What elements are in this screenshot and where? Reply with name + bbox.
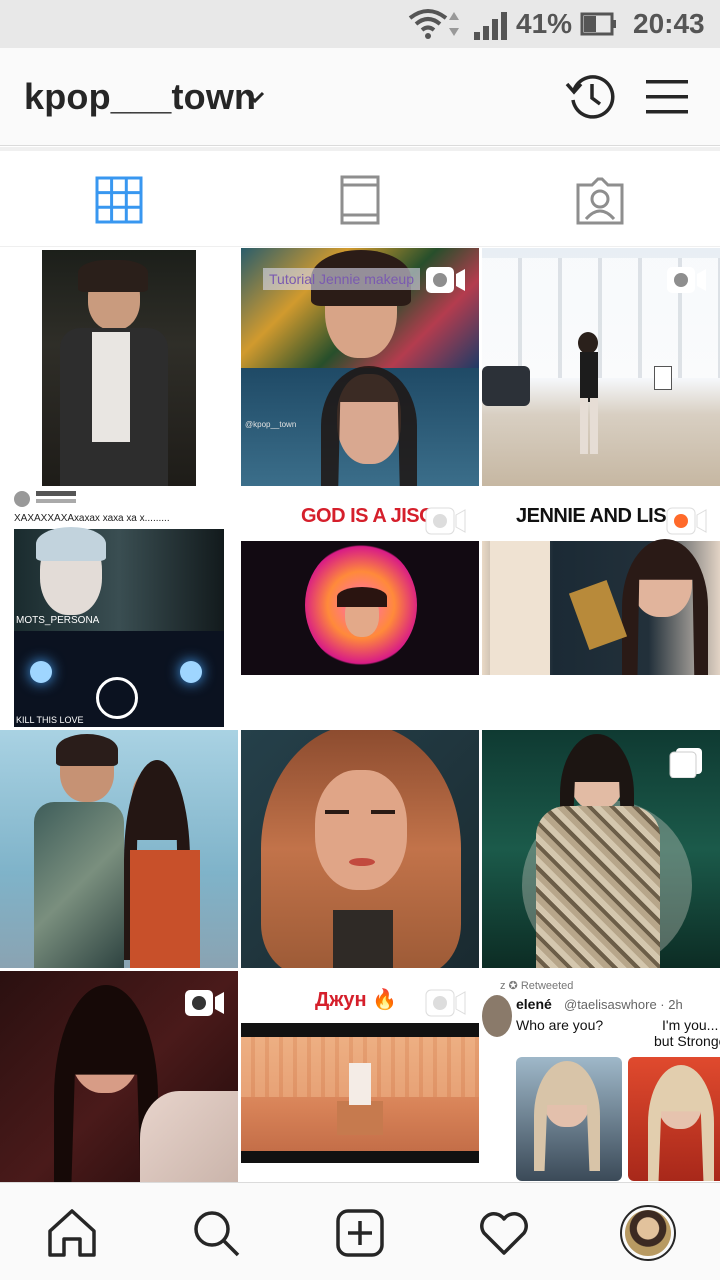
post-caption: XAXAXXAXAхахах хаха ха х......... <box>14 513 170 524</box>
archive-clock-icon[interactable] <box>564 70 618 124</box>
post-thumbnail[interactable] <box>482 730 720 968</box>
grid-icon[interactable] <box>90 171 150 231</box>
tweet-text: Who are you? <box>516 1017 604 1033</box>
signal-icon <box>474 12 507 40</box>
post-caption: JENNIE AND LISA <box>516 505 681 527</box>
profile-tabs <box>0 147 720 247</box>
tweet-reply: I'm you... <box>662 1017 719 1033</box>
account-username[interactable]: kpop___town <box>24 76 256 118</box>
profile-avatar-icon[interactable] <box>620 1205 676 1261</box>
post-thumbnail[interactable]: Джун 🔥 <box>241 971 479 1182</box>
post-thumbnail[interactable] <box>0 971 238 1182</box>
video-icon <box>426 267 465 293</box>
battery-percent: 41% <box>516 8 573 39</box>
posts-grid: Tutorial Jennie makeup @kpop__town XAXAX… <box>0 248 720 1182</box>
search-icon[interactable] <box>188 1205 244 1261</box>
tagged-user-icon[interactable] <box>570 171 630 231</box>
tweet-retweeted: z ✪ Retweeted <box>500 980 574 992</box>
battery-icon <box>580 12 616 36</box>
profile-header: kpop___town <box>0 48 720 146</box>
post-thumbnail[interactable]: z ✪ Retweeted elené @taelisaswhore · 2h … <box>482 971 720 1182</box>
post-watermark: @kpop__town <box>245 420 297 429</box>
video-icon <box>667 267 706 293</box>
wifi-icon <box>408 9 459 39</box>
status-bar: 41% 20:43 <box>0 0 720 48</box>
tweet-reply-2: but Stronge <box>654 1033 720 1049</box>
post-footer: KILL THIS LOVE <box>16 715 84 725</box>
hamburger-menu-icon[interactable] <box>642 70 696 124</box>
post-caption: Джун 🔥 <box>315 989 398 1011</box>
post-thumbnail[interactable]: GOD IS A JISOO <box>241 489 479 727</box>
post-thumbnail[interactable] <box>482 248 720 486</box>
home-icon[interactable] <box>44 1205 100 1261</box>
post-subtext: MOTS_PERSONA <box>16 615 100 626</box>
carousel-icon <box>669 748 702 778</box>
post-thumbnail[interactable] <box>241 730 479 968</box>
video-icon <box>185 990 224 1016</box>
video-icon <box>425 507 466 535</box>
video-icon <box>425 989 466 1017</box>
add-post-icon[interactable] <box>332 1205 388 1261</box>
video-icon <box>666 507 707 535</box>
chevron-down-icon[interactable] <box>244 86 266 108</box>
bottom-navigation <box>0 1182 720 1280</box>
heart-icon[interactable] <box>476 1205 532 1261</box>
post-thumbnail[interactable] <box>0 730 238 968</box>
tweet-handle: @taelisaswhore · 2h <box>564 997 683 1012</box>
igtv-icon[interactable] <box>330 171 390 231</box>
clock: 20:43 <box>633 8 705 39</box>
post-thumbnail[interactable]: Tutorial Jennie makeup @kpop__town <box>241 248 479 486</box>
post-thumbnail[interactable]: XAXAXXAXAхахах хаха ха х......... MOTS_P… <box>0 489 238 727</box>
post-caption: Tutorial Jennie makeup <box>263 268 421 290</box>
post-thumbnail[interactable] <box>0 248 238 486</box>
post-thumbnail[interactable]: JENNIE AND LISA <box>482 489 720 727</box>
tweet-name: elené <box>516 996 552 1012</box>
